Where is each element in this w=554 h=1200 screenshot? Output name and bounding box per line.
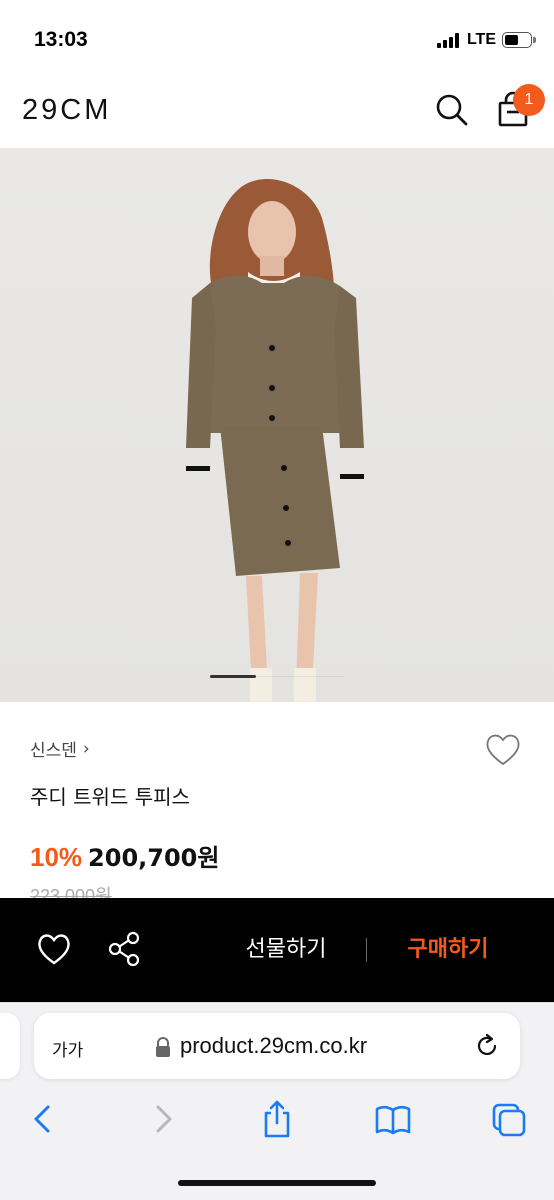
battery-icon (502, 32, 536, 48)
signal-icon (436, 32, 459, 48)
purchase-action-bar: 선물하기 구매하기 (0, 898, 554, 1002)
lock-icon (156, 1037, 170, 1057)
home-indicator (178, 1180, 376, 1186)
reload-icon[interactable] (474, 1033, 500, 1059)
forward-icon[interactable] (150, 1099, 176, 1139)
status-time: 13:03 (34, 28, 88, 51)
wishlist-heart-icon[interactable] (484, 731, 522, 769)
previous-tab-preview[interactable] (0, 1013, 20, 1079)
heart-icon[interactable] (36, 932, 72, 966)
address-bar[interactable]: 가가 product.29cm.co.kr (34, 1013, 520, 1079)
product-image[interactable] (0, 148, 554, 702)
logo[interactable]: 29CM (22, 94, 111, 127)
status-indicators: LTE (436, 31, 536, 49)
share-sheet-icon[interactable] (260, 1099, 294, 1139)
price-row: 10% 200,700원 (30, 838, 219, 873)
brand-link[interactable]: 신스덴 › (30, 736, 90, 762)
status-bar: 13:03 LTE (0, 0, 554, 80)
browser-toolbar: 가가 product.29cm.co.kr (0, 1002, 554, 1200)
url-text[interactable]: product.29cm.co.kr (180, 1033, 367, 1059)
chevron-right-icon: › (82, 738, 90, 759)
search-icon[interactable] (434, 92, 470, 128)
discount-rate: 10% (30, 842, 83, 872)
image-pager-indicator (210, 675, 256, 678)
sale-price: 200,700원 (88, 844, 220, 872)
share-icon[interactable] (106, 930, 142, 968)
brand-name: 신스덴 (30, 741, 77, 761)
image-pager-track (256, 676, 344, 677)
divider (366, 938, 367, 962)
cart-count-badge: 1 (513, 84, 545, 116)
bookmarks-icon[interactable] (374, 1099, 412, 1139)
tabs-icon[interactable] (490, 1099, 528, 1139)
product-name: 주디 트위드 투피스 (30, 785, 190, 809)
app-header: 29CM 1 (0, 80, 554, 148)
text-size-button[interactable]: 가가 (52, 1036, 83, 1061)
network-label: LTE (466, 31, 496, 48)
gift-button[interactable]: 선물하기 (226, 932, 346, 968)
buy-button[interactable]: 구매하기 (388, 932, 508, 968)
model-photo (186, 179, 364, 702)
back-icon[interactable] (30, 1099, 56, 1139)
